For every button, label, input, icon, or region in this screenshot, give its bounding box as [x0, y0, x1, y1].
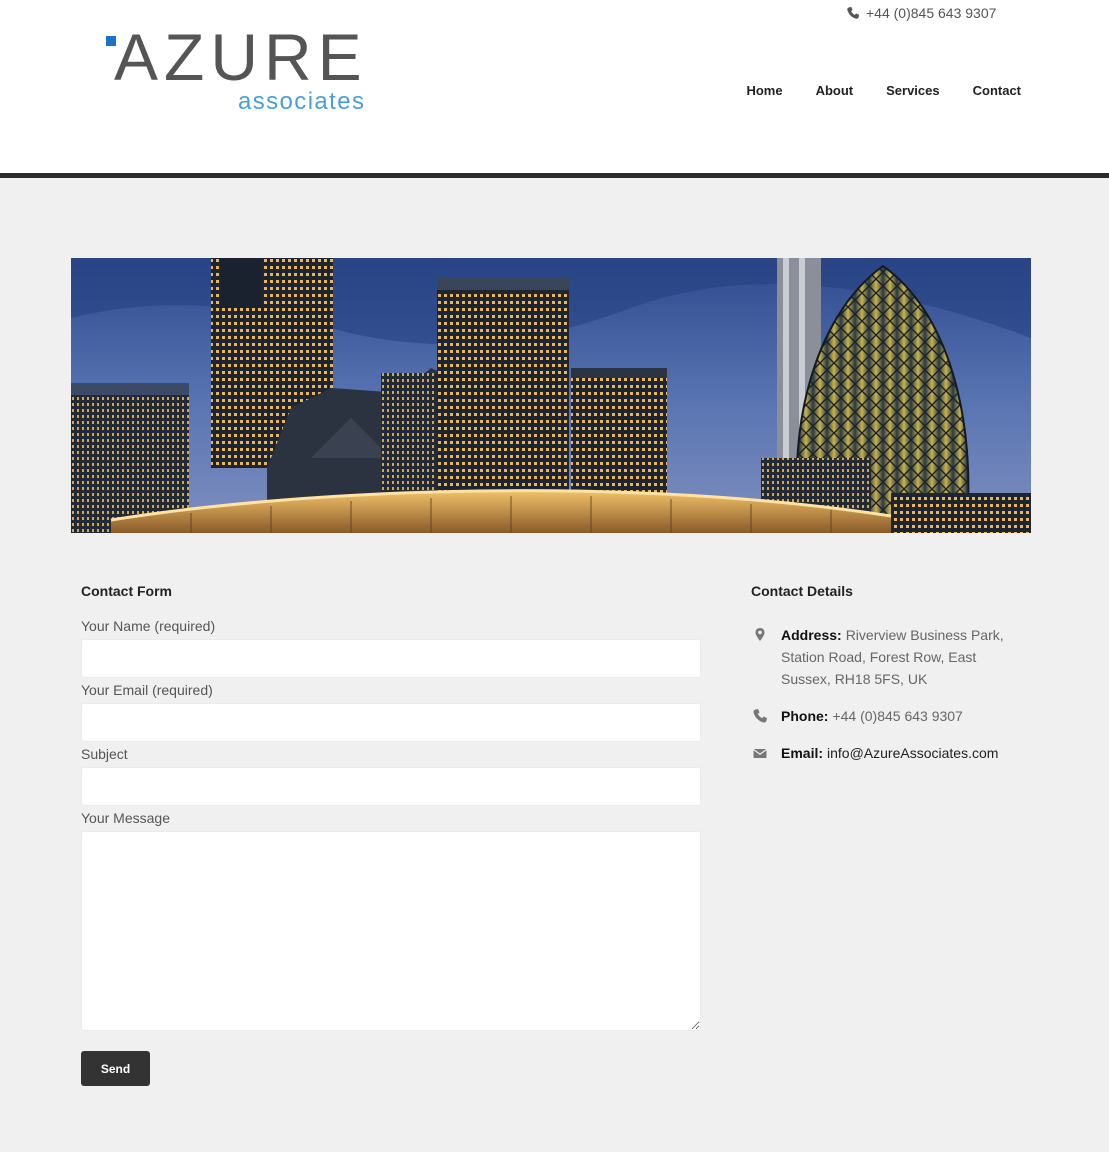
phone-label: Phone:	[781, 708, 829, 724]
site-header: +44 (0)845 643 9307 AZURE associates Hom…	[0, 0, 1109, 173]
message-label: Your Message	[81, 810, 170, 826]
header-phone: +44 (0)845 643 9307	[846, 5, 996, 21]
email-link[interactable]: info@AzureAssociates.com	[827, 745, 998, 761]
contact-details-title: Contact Details	[751, 583, 853, 599]
hero-skyline-image	[71, 258, 1031, 533]
nav-home[interactable]: Home	[746, 83, 782, 99]
phone-icon	[753, 709, 767, 723]
email-label: Your Email (required)	[81, 682, 213, 698]
envelope-icon	[753, 749, 767, 758]
map-pin-icon	[755, 628, 765, 641]
message-textarea[interactable]	[81, 831, 701, 1031]
email-label: Email:	[781, 745, 824, 761]
logo-sub: associates	[238, 88, 366, 115]
name-input[interactable]	[81, 639, 701, 678]
nav-about[interactable]: About	[783, 83, 854, 99]
header-phone-number[interactable]: +44 (0)845 643 9307	[866, 5, 996, 21]
email-input[interactable]	[81, 703, 701, 742]
skyline-illustration	[71, 258, 1031, 533]
header-divider	[0, 173, 1109, 178]
detail-email: Email: info@AzureAssociates.com	[752, 742, 1022, 764]
main-nav: Home About Services Contact	[746, 83, 1021, 99]
address-label: Address:	[781, 627, 842, 643]
detail-phone: Phone: +44 (0)845 643 9307	[752, 705, 1022, 727]
nav-contact[interactable]: Contact	[940, 83, 1021, 99]
nav-services[interactable]: Services	[853, 83, 940, 99]
logo-word: AZURE	[114, 20, 368, 94]
contact-form-title: Contact Form	[81, 583, 172, 599]
name-label: Your Name (required)	[81, 618, 216, 634]
subject-input[interactable]	[81, 767, 701, 806]
detail-address: Address: Riverview Business Park, Station…	[752, 624, 1022, 690]
phone-icon	[847, 6, 860, 19]
site-logo[interactable]: AZURE associates	[104, 24, 376, 116]
subject-label: Subject	[81, 746, 128, 762]
phone-value[interactable]: +44 (0)845 643 9307	[832, 708, 962, 724]
send-button[interactable]: Send	[81, 1051, 150, 1086]
